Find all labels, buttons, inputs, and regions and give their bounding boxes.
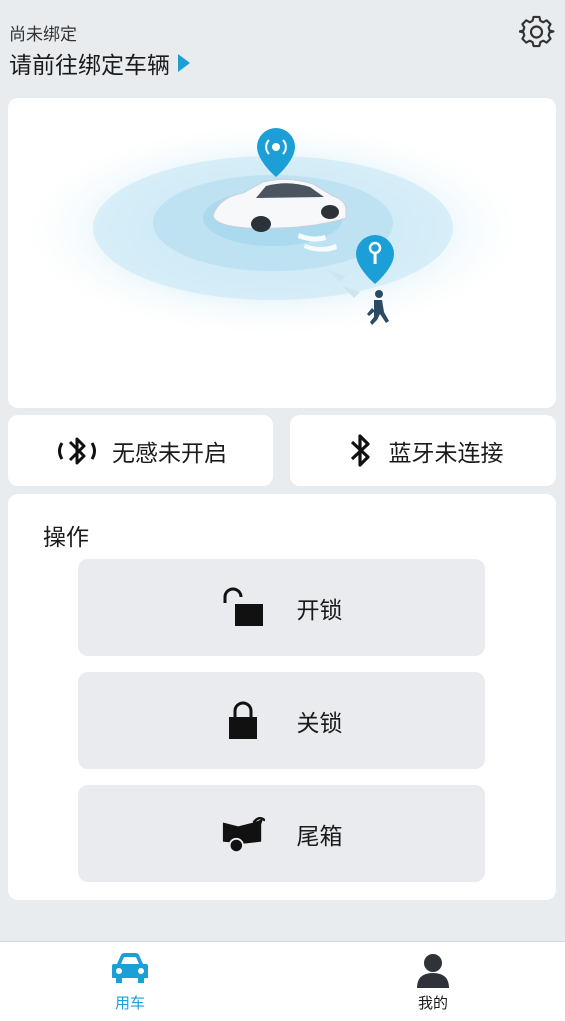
unlock-button[interactable]: 开锁 bbox=[78, 559, 485, 656]
user-icon bbox=[417, 954, 449, 988]
lock-button[interactable]: 关锁 bbox=[78, 672, 485, 769]
vehicle-illustration bbox=[8, 98, 556, 408]
lock-label: 关锁 bbox=[296, 710, 343, 737]
unlock-icon bbox=[223, 587, 263, 626]
play-arrow-icon bbox=[178, 54, 190, 72]
bind-vehicle-link[interactable]: 请前往绑定车辆 bbox=[9, 46, 190, 80]
tab-car[interactable]: 用车 bbox=[70, 952, 190, 1013]
tab-mine-label: 我的 bbox=[417, 994, 448, 1012]
car-icon bbox=[112, 953, 148, 983]
operations-title: 操作 bbox=[43, 525, 89, 551]
trunk-label: 尾箱 bbox=[296, 823, 343, 850]
bluetooth-status-label: 蓝牙未连接 bbox=[388, 440, 504, 467]
sensorless-status-label: 无感未开启 bbox=[112, 440, 227, 467]
gear-icon[interactable] bbox=[519, 14, 555, 50]
lock-icon bbox=[228, 701, 257, 739]
bind-vehicle-label: 请前往绑定车辆 bbox=[9, 53, 170, 79]
tab-car-label: 用车 bbox=[114, 994, 145, 1012]
sensorless-status-chip[interactable]: 无感未开启 bbox=[8, 415, 273, 486]
header: 尚未绑定 请前往绑定车辆 bbox=[0, 0, 565, 95]
trunk-button[interactable]: 尾箱 bbox=[78, 785, 485, 882]
trunk-icon bbox=[222, 816, 265, 853]
bluetooth-icon bbox=[350, 433, 370, 467]
bottom-tab-bar: 用车 我的 bbox=[0, 941, 565, 1021]
bluetooth-proximity-icon bbox=[58, 437, 96, 464]
binding-status: 尚未绑定 bbox=[9, 25, 77, 45]
tab-mine[interactable]: 我的 bbox=[373, 952, 493, 1013]
unlock-label: 开锁 bbox=[296, 597, 343, 624]
bluetooth-status-chip[interactable]: 蓝牙未连接 bbox=[290, 415, 556, 486]
operations-panel: 操作 开锁 关锁 尾箱 bbox=[8, 494, 556, 900]
